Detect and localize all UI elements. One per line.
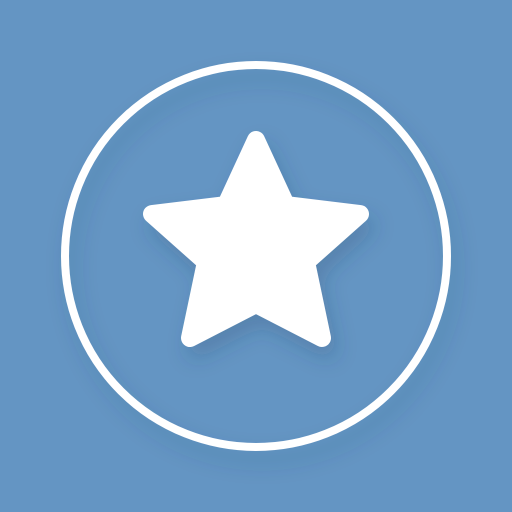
app-icon[interactable] (0, 0, 512, 512)
app-icon-graphic (0, 0, 512, 512)
